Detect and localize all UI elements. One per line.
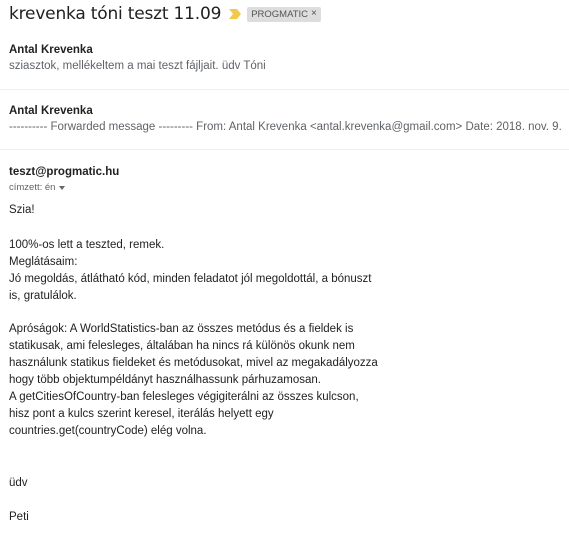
body-line: Apróságok: A WorldStatistics-ban az össz… xyxy=(9,323,354,335)
collapsed-message[interactable]: Antal Krevenka ---------- Forwarded mess… xyxy=(0,90,569,150)
body-line: Szia! xyxy=(9,204,35,216)
body-line: hogy több objektumpéldányt használhassun… xyxy=(9,374,321,386)
body-line: countries.get(countryCode) elég volna. xyxy=(9,425,207,437)
body-line: hisz pont a kulcs szerint keresel, iterá… xyxy=(9,408,274,420)
important-marker-icon[interactable] xyxy=(229,9,242,19)
expanded-message: teszt@progmatic.hu címzett: én Szia! 100… xyxy=(0,150,569,533)
body-line: statikusak, ami felesleges, általában ha… xyxy=(9,340,355,352)
message-sender: Antal Krevenka xyxy=(9,44,93,56)
body-line: 100%-os lett a teszted, remek. xyxy=(9,239,165,251)
label-chip-text: PROGMATIC xyxy=(251,8,309,20)
body-line: A getCitiesOfCountry-ban felesleges végi… xyxy=(9,391,359,403)
recipient-details-toggle[interactable]: címzett: én xyxy=(9,182,66,193)
body-line: is, gratulálok. xyxy=(9,290,77,302)
thread-subject: krevenka tóni teszt 11.09 xyxy=(9,4,222,24)
chevron-down-icon[interactable] xyxy=(59,185,66,190)
message-snippet: ---------- Forwarded message --------- F… xyxy=(9,121,562,133)
message-sender[interactable]: teszt@progmatic.hu xyxy=(9,166,119,178)
body-line: Meglátásaim: xyxy=(9,256,78,268)
message-snippet: sziasztok, mellékeltem a mai teszt fájlj… xyxy=(9,60,266,72)
remove-label-icon[interactable]: × xyxy=(311,9,317,19)
signature-line: Peti xyxy=(9,511,29,523)
body-line: Jó megoldás, átlátható kód, minden felad… xyxy=(9,273,372,285)
message-sender: Antal Krevenka xyxy=(9,105,93,117)
label-chip-progmatic[interactable]: PROGMATIC × xyxy=(247,6,321,22)
recipient-line: címzett: én xyxy=(9,182,56,193)
body-line: használunk statikus fieldeket és metódus… xyxy=(9,357,378,369)
collapsed-message[interactable]: Antal Krevenka sziasztok, mellékeltem a … xyxy=(0,32,569,90)
signoff-line: üdv xyxy=(9,477,28,489)
thread-header: krevenka tóni teszt 11.09 PROGMATIC × xyxy=(9,2,321,26)
